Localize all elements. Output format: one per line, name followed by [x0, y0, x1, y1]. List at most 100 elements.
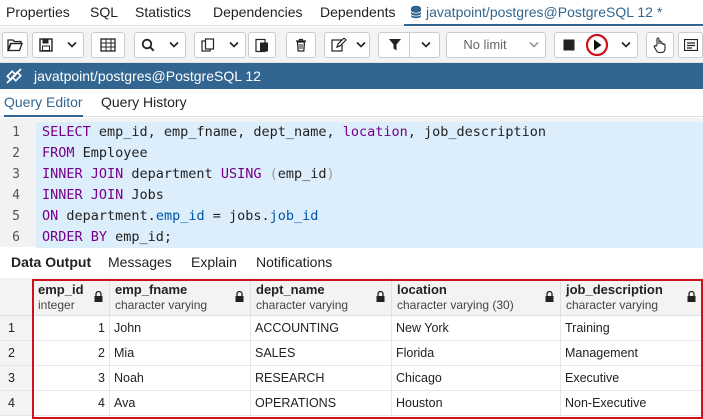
lock-icon: [235, 291, 244, 302]
query-toolbar: No limit: [0, 27, 703, 63]
copy-icon: [201, 38, 215, 52]
macros-button[interactable]: [646, 32, 674, 58]
trash-icon: [296, 38, 306, 52]
save-icon: [39, 38, 53, 52]
sql-code[interactable]: SELECT emp_id, emp_fname, dept_name, loc…: [36, 122, 703, 248]
cell-emp-fname[interactable]: Noah: [110, 366, 251, 391]
column-header-emp-fname[interactable]: emp_fname character varying: [110, 278, 251, 316]
line-number: 6: [12, 230, 20, 245]
hand-icon: [653, 37, 666, 53]
tab-explain[interactable]: Explain: [191, 248, 237, 278]
row-number[interactable]: 3: [0, 366, 33, 391]
tab-query-editor[interactable]: Query Editor: [4, 89, 83, 117]
delete-button[interactable]: [286, 32, 316, 58]
column-name: location: [397, 282, 447, 297]
download-button[interactable]: [678, 32, 703, 58]
column-type: character varying: [115, 298, 208, 312]
sql-keyword: FROM: [42, 145, 75, 161]
chevron-down-icon: [67, 41, 77, 48]
filter-button-group[interactable]: [378, 32, 440, 58]
tab-dependents[interactable]: Dependents: [314, 0, 402, 26]
cell-emp-id[interactable]: 3: [33, 366, 110, 391]
line-number: 5: [12, 209, 20, 224]
paste-icon: [255, 38, 268, 53]
top-tab-bar: Properties SQL Statistics Dependencies D…: [0, 0, 703, 26]
tab-data-output[interactable]: Data Output: [11, 248, 91, 278]
cell-location[interactable]: New York: [392, 316, 561, 341]
sql-editor[interactable]: 1 2 3 4 5 6 SELECT emp_id, emp_fname, de…: [0, 118, 703, 248]
tab-statistics[interactable]: Statistics: [129, 0, 197, 26]
cell-dept-name[interactable]: SALES: [251, 341, 392, 366]
chevron-down-icon: [621, 41, 631, 48]
cell-dept-name[interactable]: OPERATIONS: [251, 391, 392, 416]
cell-job-description[interactable]: Executive: [561, 366, 703, 391]
edit-icon: [331, 38, 347, 52]
column-header-location[interactable]: location character varying (30): [392, 278, 561, 316]
card-icon: [683, 39, 698, 51]
column-name: job_description: [566, 282, 663, 297]
view-table-button[interactable]: [91, 32, 125, 58]
chevron-down-icon: [356, 41, 366, 48]
cell-job-description[interactable]: Management: [561, 341, 703, 366]
cell-emp-id[interactable]: 4: [33, 391, 110, 416]
chevron-down-icon: [421, 41, 431, 48]
row-number[interactable]: 2: [0, 341, 33, 366]
tab-properties[interactable]: Properties: [0, 0, 76, 26]
filter-split-divider: [409, 33, 410, 57]
sql-text: = jobs.: [204, 208, 270, 224]
sql-keyword: location: [342, 124, 408, 140]
column-header-job-description[interactable]: job_description character varying: [561, 278, 703, 316]
tab-sql[interactable]: SQL: [84, 0, 124, 26]
cell-emp-id[interactable]: 1: [33, 316, 110, 341]
cancel-query-button[interactable]: [555, 33, 583, 57]
row-limit-select[interactable]: No limit: [446, 32, 546, 58]
cell-emp-fname[interactable]: Ava: [110, 391, 251, 416]
lock-icon: [94, 291, 103, 302]
cell-emp-id[interactable]: 2: [33, 341, 110, 366]
tab-query-history[interactable]: Query History: [101, 89, 187, 117]
connection-label: javatpoint/postgres@PostgreSQL 12: [34, 68, 261, 84]
tab-query-tool[interactable]: javatpoint/postgres@PostgreSQL 12 *: [404, 0, 703, 26]
play-icon: [585, 33, 609, 57]
copy-button-group[interactable]: [194, 32, 246, 58]
chevron-down-icon: [529, 41, 539, 48]
line-number: 2: [12, 146, 20, 161]
column-type: integer: [38, 298, 75, 312]
cell-emp-fname[interactable]: Mia: [110, 341, 251, 366]
execute-button[interactable]: [583, 33, 611, 57]
chevron-down-icon: [229, 41, 239, 48]
paste-button[interactable]: [248, 32, 276, 58]
sql-keyword: ON: [42, 208, 59, 224]
connection-status-icon[interactable]: [4, 66, 24, 86]
tab-dependencies[interactable]: Dependencies: [207, 0, 309, 26]
cell-dept-name[interactable]: ACCOUNTING: [251, 316, 392, 341]
column-header-emp-id[interactable]: emp_id integer: [33, 278, 110, 316]
sql-text: Employee: [74, 145, 148, 161]
code-line: ORDER BY emp_id;: [36, 227, 703, 248]
grid-corner[interactable]: [0, 278, 33, 316]
tab-messages[interactable]: Messages: [108, 248, 172, 278]
editor-tabs: Query Editor Query History: [0, 89, 703, 117]
cell-emp-fname[interactable]: John: [110, 316, 251, 341]
cell-location[interactable]: Chicago: [392, 366, 561, 391]
lock-icon: [545, 291, 554, 302]
sql-text: department: [123, 166, 221, 182]
cell-location[interactable]: Florida: [392, 341, 561, 366]
column-name: dept_name: [256, 282, 325, 297]
execute-options-dropdown[interactable]: [615, 33, 637, 57]
lock-icon: [687, 291, 696, 302]
tab-notifications[interactable]: Notifications: [256, 248, 332, 278]
find-button-group[interactable]: [134, 32, 186, 58]
sql-text: department.: [58, 208, 156, 224]
cell-job-description[interactable]: Non-Executive: [561, 391, 703, 416]
edit-button-group[interactable]: [324, 32, 370, 58]
column-header-dept-name[interactable]: dept_name character varying: [251, 278, 392, 316]
row-number[interactable]: 1: [0, 316, 33, 341]
row-number[interactable]: 4: [0, 391, 33, 416]
save-button-group[interactable]: [32, 32, 84, 58]
cell-dept-name[interactable]: RESEARCH: [251, 366, 392, 391]
open-file-button[interactable]: [2, 32, 28, 58]
cell-job-description[interactable]: Training: [561, 316, 703, 341]
cell-location[interactable]: Houston: [392, 391, 561, 416]
line-number: 3: [12, 167, 20, 182]
